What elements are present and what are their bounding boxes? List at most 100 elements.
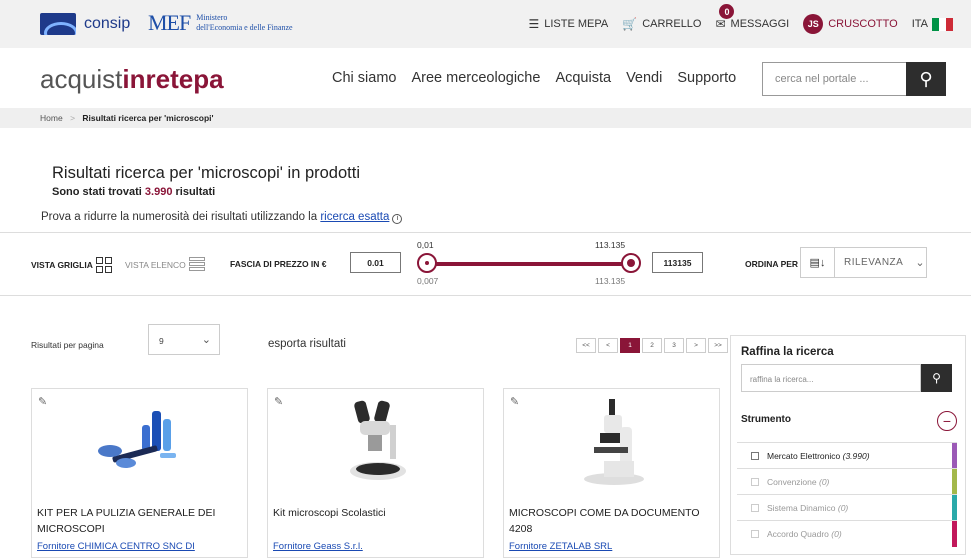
results-per-page-select[interactable]: 9 ⌄ bbox=[148, 324, 220, 355]
refine-search-button[interactable]: ⚲ bbox=[921, 364, 952, 392]
filter-option-mercato-elettronico[interactable]: Mercato Elettronico (3.990) bbox=[737, 442, 957, 469]
liste-mepa-label: LISTE MEPA bbox=[544, 18, 609, 30]
page-prev[interactable]: < bbox=[598, 338, 618, 353]
refine-panel: Raffina la ricerca raffina la ricerca...… bbox=[730, 335, 966, 555]
grid-view-toggle[interactable]: VISTA GRIGLIA bbox=[31, 257, 112, 273]
breadcrumb-home[interactable]: Home bbox=[40, 113, 63, 123]
price-max-input[interactable]: 113135 bbox=[652, 252, 703, 273]
top-nav: ☰ LISTE MEPA 🛒 CARRELLO 0 ✉ MESSAGGI JS … bbox=[514, 0, 953, 48]
results-count: Sono stati trovati 3.990 risultati bbox=[52, 186, 216, 198]
search-icon: ⚲ bbox=[919, 68, 933, 89]
nav-aree-merceologiche[interactable]: Aree merceologiche bbox=[411, 70, 540, 86]
language-selector[interactable]: ITA bbox=[911, 17, 953, 31]
price-slider-track[interactable] bbox=[425, 262, 631, 266]
export-results-link[interactable]: esporta risultati bbox=[268, 338, 346, 350]
price-min-input[interactable]: 0.01 bbox=[350, 252, 401, 273]
checkbox[interactable] bbox=[751, 477, 759, 486]
exact-search-link[interactable]: ricerca esatta bbox=[320, 211, 389, 223]
nav-supporto[interactable]: Supporto bbox=[677, 70, 736, 86]
edit-icon[interactable]: ✎ bbox=[510, 395, 519, 408]
filter-option-sistema-dinamico[interactable]: Sistema Dinamico (0) bbox=[737, 494, 957, 521]
mail-icon: ✉ bbox=[715, 17, 726, 31]
price-slider-max-handle[interactable] bbox=[621, 253, 641, 273]
price-range-label: FASCIA DI PREZZO IN € bbox=[230, 259, 327, 269]
language-label: ITA bbox=[911, 18, 928, 30]
filter-color-bar bbox=[952, 495, 957, 521]
nav-chi-siamo[interactable]: Chi siamo bbox=[332, 70, 396, 86]
sort-label: ORDINA PER bbox=[745, 259, 799, 269]
page-2[interactable]: 2 bbox=[642, 338, 662, 353]
refine-search-input[interactable]: raffina la ricerca... bbox=[741, 364, 921, 392]
portal-search-button[interactable]: ⚲ bbox=[906, 62, 946, 96]
messages-badge: 0 bbox=[719, 4, 735, 19]
list-view-toggle[interactable]: VISTA ELENCO bbox=[125, 257, 205, 272]
product-image bbox=[584, 399, 644, 485]
checkbox[interactable] bbox=[751, 529, 759, 538]
top-bar: consip MEF Ministero dell'Economia e dell… bbox=[0, 0, 971, 48]
page-next[interactable]: > bbox=[686, 338, 706, 353]
filter-color-bar bbox=[952, 521, 957, 547]
product-supplier[interactable]: Fornitore Geass S.r.l. bbox=[273, 541, 363, 552]
refine-section-title: Strumento bbox=[741, 414, 791, 425]
mef-logo[interactable]: MEF Ministero dell'Economia e delle Finan… bbox=[148, 10, 293, 36]
search-hint: Prova a ridurre la numerosità dei risult… bbox=[41, 211, 403, 224]
filter-bar: VISTA GRIGLIA VISTA ELENCO FASCIA DI PRE… bbox=[0, 232, 971, 296]
product-name[interactable]: MICROSCOPI COME DA DOCUMENTO 4208 bbox=[509, 505, 714, 537]
product-name[interactable]: Kit microscopi Scolastici bbox=[273, 505, 478, 521]
chevron-down-icon: ⌄ bbox=[915, 257, 925, 269]
liste-mepa-link[interactable]: ☰ LISTE MEPA bbox=[528, 17, 608, 31]
filter-color-bar bbox=[952, 443, 957, 469]
refine-title: Raffina la ricerca bbox=[741, 346, 834, 358]
nav-acquista[interactable]: Acquista bbox=[555, 70, 611, 86]
checkbox[interactable] bbox=[751, 451, 759, 460]
consip-logo[interactable]: consip bbox=[40, 13, 130, 35]
consip-logo-text: consip bbox=[84, 15, 131, 32]
messages-link[interactable]: 0 ✉ MESSAGGI bbox=[715, 4, 790, 31]
slider-max-bound: 113.135 bbox=[595, 276, 626, 286]
slider-min-bound: 0,007 bbox=[417, 276, 439, 286]
list-icon bbox=[188, 257, 205, 272]
checkbox[interactable] bbox=[751, 503, 759, 512]
pagination: << < 1 2 3 > >> bbox=[576, 338, 730, 353]
page-1[interactable]: 1 bbox=[620, 338, 640, 353]
dashboard-link[interactable]: JS CRUSCOTTO bbox=[803, 14, 898, 34]
chevron-down-icon: ⌄ bbox=[201, 334, 211, 346]
breadcrumb-current: Risultati ricerca per 'microscopi' bbox=[82, 113, 214, 123]
results-per-page-value: 9 bbox=[159, 336, 164, 346]
page-last[interactable]: >> bbox=[708, 338, 728, 353]
cart-icon: 🛒 bbox=[622, 17, 638, 31]
sort-icon: ▤↓ bbox=[801, 248, 835, 277]
nav-vendi[interactable]: Vendi bbox=[626, 70, 662, 86]
page-3[interactable]: 3 bbox=[664, 338, 684, 353]
product-supplier[interactable]: Fornitore ZETALAB SRL bbox=[509, 541, 612, 552]
cart-label: CARRELLO bbox=[642, 18, 702, 30]
collapse-icon[interactable]: − bbox=[937, 411, 957, 431]
mef-logo-text: Ministero dell'Economia e delle Finanze bbox=[196, 13, 293, 32]
breadcrumb: Home > Risultati ricerca per 'microscopi… bbox=[0, 108, 971, 128]
messages-label: MESSAGGI bbox=[730, 18, 790, 30]
edit-icon[interactable]: ✎ bbox=[274, 395, 283, 408]
info-icon[interactable]: i bbox=[392, 214, 403, 224]
product-supplier[interactable]: Fornitore CHIMICA CENTRO SNC DI bbox=[37, 541, 195, 552]
page-first[interactable]: << bbox=[576, 338, 596, 353]
search-icon: ⚲ bbox=[932, 371, 941, 385]
main-header: acquistinretepa Chi siamo Aree merceolog… bbox=[0, 48, 971, 108]
consip-logo-mark bbox=[40, 13, 76, 35]
product-card[interactable]: ✎ Kit microscopi Scolastici Fornitore Ge… bbox=[267, 388, 484, 558]
results-per-page-label: Risultati per pagina bbox=[31, 340, 104, 350]
product-card[interactable]: ✎ KIT PER LA PULIZIA GENERALE DEI MICROS… bbox=[31, 388, 248, 558]
menu-icon: ☰ bbox=[528, 17, 540, 31]
price-slider-min-handle[interactable] bbox=[417, 253, 437, 273]
sort-select[interactable]: ▤↓ RILEVANZA ⌄ bbox=[800, 247, 927, 278]
cart-link[interactable]: 🛒 CARRELLO bbox=[622, 17, 701, 31]
edit-icon[interactable]: ✎ bbox=[38, 395, 47, 408]
italian-flag-icon bbox=[932, 17, 953, 31]
acquistinretepa-logo[interactable]: acquistinretepa bbox=[40, 64, 224, 95]
page-title: Risultati ricerca per 'microscopi' in pr… bbox=[52, 164, 360, 182]
filter-option-convenzione[interactable]: Convenzione (0) bbox=[737, 468, 957, 495]
product-name[interactable]: KIT PER LA PULIZIA GENERALE DEI MICROSCO… bbox=[37, 505, 242, 537]
portal-search-input[interactable]: cerca nel portale ... bbox=[762, 62, 907, 96]
filter-option-accordo-quadro[interactable]: Accordo Quadro (0) bbox=[737, 520, 957, 547]
product-image bbox=[350, 400, 406, 480]
product-card[interactable]: ✎ MICROSCOPI COME DA DOCUMENTO 4208 Forn… bbox=[503, 388, 720, 558]
